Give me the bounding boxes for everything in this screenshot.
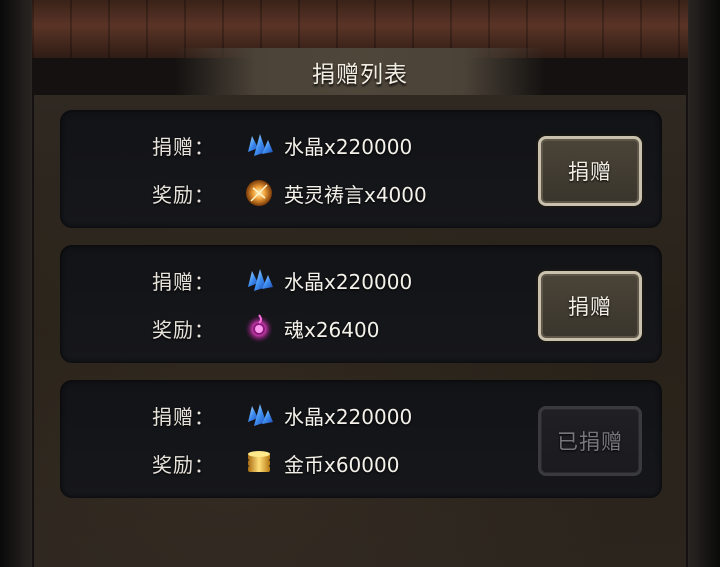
- crystal-icon: [242, 128, 276, 162]
- reward-label: 奖励：: [152, 182, 215, 207]
- gold-coins-icon: [242, 446, 276, 480]
- title-banner: 捐赠列表: [175, 48, 545, 95]
- donate-line: 捐赠： 水晶x220000: [152, 262, 412, 298]
- donate-label: 捐赠：: [152, 269, 215, 294]
- donation-row: 捐赠： 水晶x220000 奖励： 魂x26400 捐赠: [60, 245, 662, 363]
- reward-line: 奖励： 金币x60000: [152, 445, 399, 481]
- donation-row: 捐赠： 水晶x220000 奖励： 英灵祷言x4000 捐赠: [60, 110, 662, 228]
- donate-line: 捐赠： 水晶x220000: [152, 397, 412, 433]
- page-title: 捐赠列表: [312, 61, 408, 88]
- donate-label: 捐赠：: [152, 134, 215, 159]
- reward-label: 奖励：: [152, 452, 215, 477]
- left-frame-border: [0, 0, 32, 567]
- donate-button[interactable]: 捐赠: [538, 271, 642, 341]
- crystal-icon: [242, 263, 276, 297]
- donate-value: 水晶x220000: [284, 269, 413, 294]
- reward-line: 奖励： 英灵祷言x4000: [152, 175, 427, 211]
- donate-value: 水晶x220000: [284, 134, 413, 159]
- reward-value: 魂x26400: [284, 317, 380, 342]
- crystal-icon: [242, 398, 276, 432]
- donate-line: 捐赠： 水晶x220000: [152, 127, 412, 163]
- soul-orb-icon: [242, 311, 276, 345]
- reward-line: 奖励： 魂x26400: [152, 310, 379, 346]
- donate-label: 捐赠：: [152, 404, 215, 429]
- right-frame-border: [688, 0, 720, 567]
- reward-label: 奖励：: [152, 317, 215, 342]
- donate-button[interactable]: 捐赠: [538, 136, 642, 206]
- spirit-scroll-icon: [242, 176, 276, 210]
- reward-value: 金币x60000: [284, 452, 400, 477]
- reward-value: 英灵祷言x4000: [284, 182, 427, 207]
- donate-value: 水晶x220000: [284, 404, 413, 429]
- donation-row: 捐赠： 水晶x220000 奖励： 金币x60000 已捐赠: [60, 380, 662, 498]
- donated-button: 已捐赠: [538, 406, 642, 476]
